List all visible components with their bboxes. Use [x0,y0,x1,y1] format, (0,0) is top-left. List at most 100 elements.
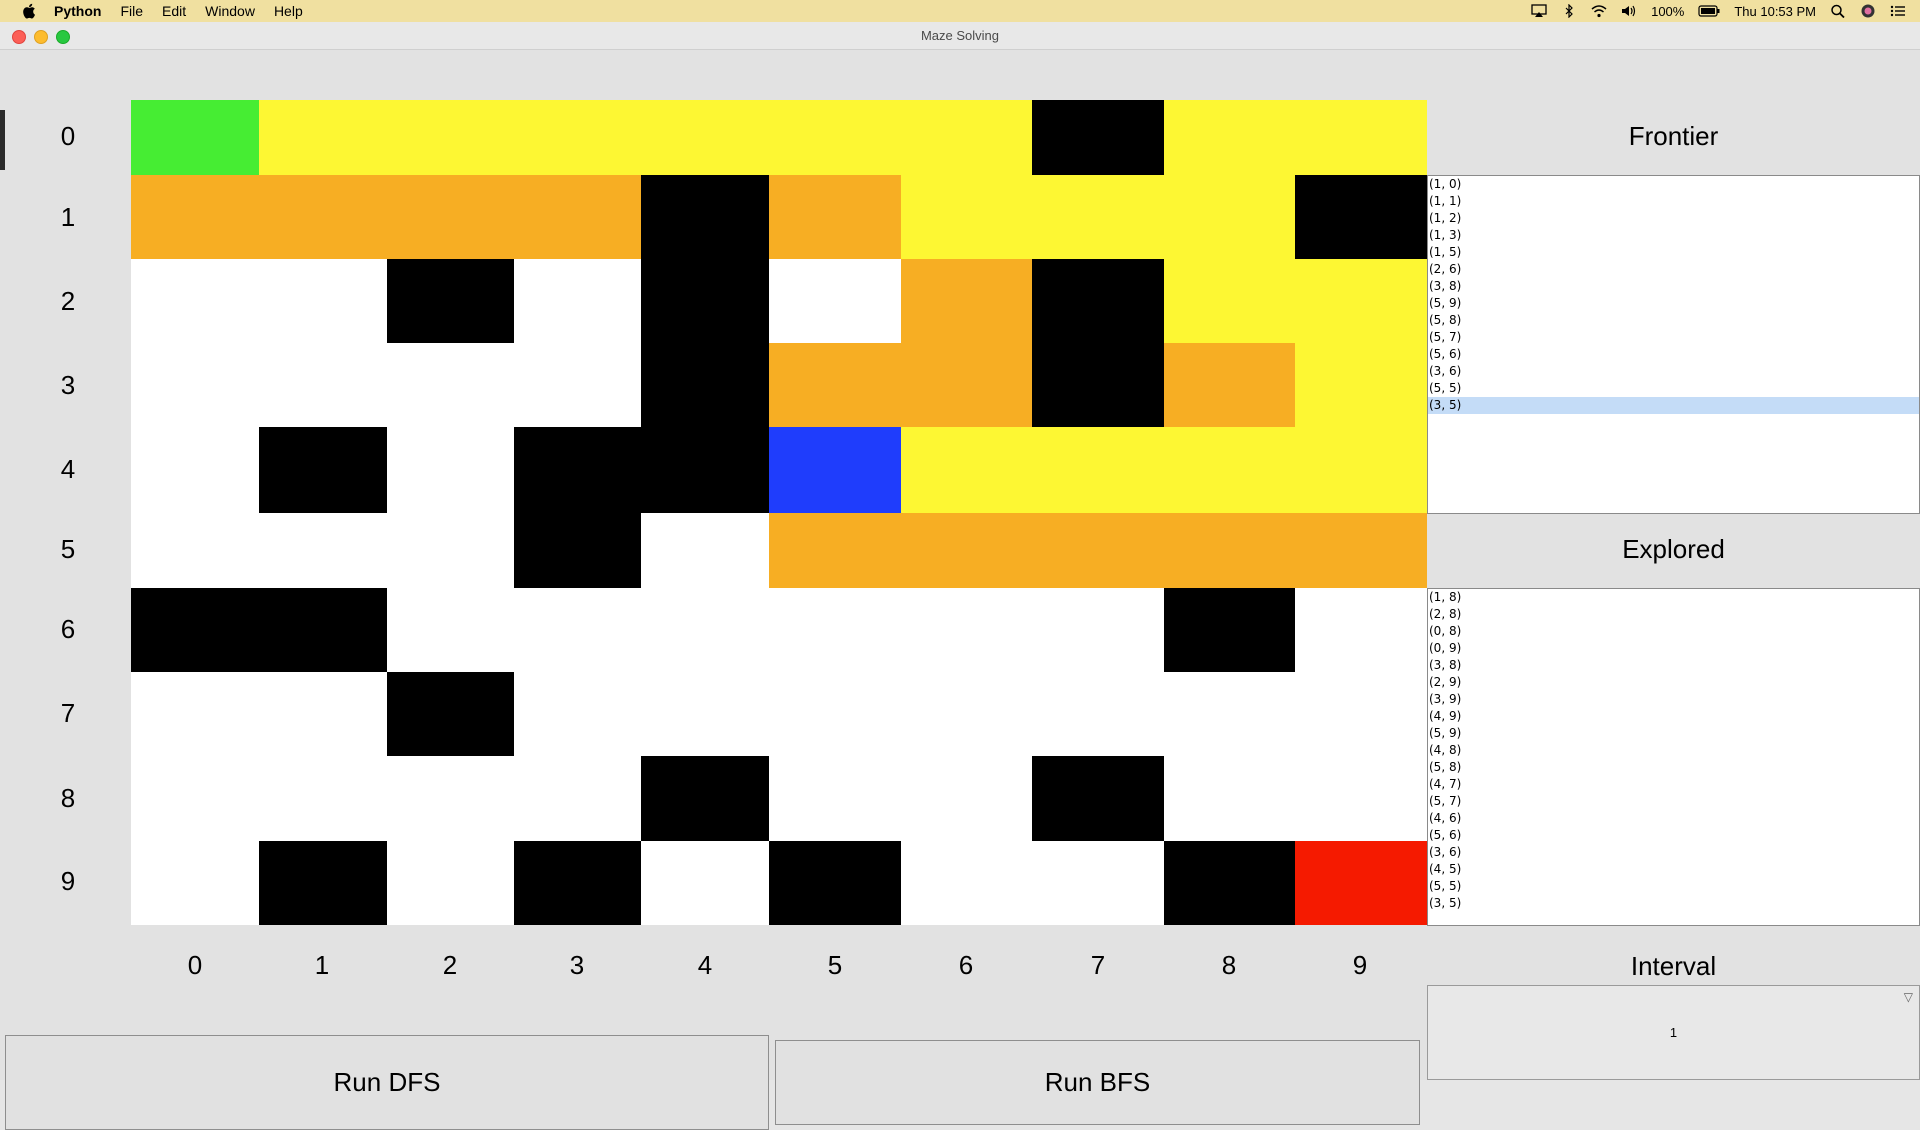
battery-icon[interactable] [1698,4,1720,18]
maze-cell-3-1 [259,343,387,427]
col-label-4: 4 [697,950,713,980]
apple-icon[interactable] [22,3,36,19]
volume-icon[interactable] [1621,4,1637,18]
maze-cell-3-9 [1295,343,1427,427]
list-item[interactable]: (5, 7) [1428,329,1919,346]
list-item[interactable]: (5, 9) [1428,295,1919,312]
col-label-8: 8 [1221,950,1237,980]
maze-grid[interactable] [131,100,1427,925]
list-item[interactable]: (1, 8) [1428,589,1919,606]
maze-cell-2-2 [387,259,514,343]
maze-cell-1-6 [901,175,1032,259]
list-item[interactable]: (1, 5) [1428,244,1919,261]
list-item[interactable]: (2, 9) [1428,674,1919,691]
list-item[interactable]: (1, 3) [1428,227,1919,244]
maze-cell-8-7 [1032,756,1164,841]
maze-cell-1-5 [769,175,901,259]
list-item[interactable]: (4, 9) [1428,708,1919,725]
maze-cell-7-4 [641,672,769,756]
list-item[interactable]: (3, 5) [1428,397,1919,414]
list-item[interactable]: (5, 5) [1428,380,1919,397]
row-label-7: 7 [60,698,76,728]
bluetooth-icon[interactable] [1561,4,1577,18]
list-item[interactable]: (3, 8) [1428,278,1919,295]
maze-cell-8-2 [387,756,514,841]
maze-cell-7-9 [1295,672,1427,756]
interval-label: Interval [1630,951,1717,981]
menu-window[interactable]: Window [205,3,255,19]
list-item[interactable]: (4, 8) [1428,742,1919,759]
wifi-icon[interactable] [1591,4,1607,18]
list-item[interactable]: (3, 5) [1428,895,1919,912]
maze-cell-1-9 [1295,175,1427,259]
list-item[interactable]: (4, 5) [1428,861,1919,878]
maze-cell-3-0 [131,343,259,427]
maze-cell-3-8 [1164,343,1295,427]
maze-cell-1-4 [641,175,769,259]
list-item[interactable]: (1, 2) [1428,210,1919,227]
maze-cell-6-9 [1295,588,1427,672]
maze-cell-0-4 [641,100,769,175]
maze-cell-8-6 [901,756,1032,841]
menu-help[interactable]: Help [274,3,303,19]
maze-cell-1-3 [514,175,641,259]
menu-file[interactable]: File [120,3,143,19]
menu-clock[interactable]: Thu 10:53 PM [1734,4,1816,19]
list-item[interactable]: (5, 8) [1428,312,1919,329]
menu-edit[interactable]: Edit [162,3,186,19]
menu-python[interactable]: Python [54,3,101,19]
list-item[interactable]: (1, 1) [1428,193,1919,210]
col-label-7: 7 [1090,950,1106,980]
list-item[interactable]: (4, 7) [1428,776,1919,793]
window-title-bar: Maze Solving [0,22,1920,50]
interval-spinbox[interactable]: 1 ▽ [1427,985,1920,1080]
maze-cell-9-5 [769,841,901,925]
list-item[interactable]: (0, 8) [1428,623,1919,640]
maze-cell-3-5 [769,343,901,427]
maze-cell-4-6 [901,427,1032,513]
list-item[interactable]: (5, 6) [1428,827,1919,844]
maze-cell-9-6 [901,841,1032,925]
maze-cell-4-9 [1295,427,1427,513]
battery-percent: 100% [1651,3,1685,19]
col-label-5: 5 [827,950,843,980]
list-item[interactable]: (3, 8) [1428,657,1919,674]
maze-cell-7-1 [259,672,387,756]
row-label-0: 0 [60,121,76,151]
run-bfs-button[interactable]: Run BFS [775,1040,1420,1125]
col-label-2: 2 [442,950,458,980]
maze-cell-0-9 [1295,100,1427,175]
frontier-listbox[interactable]: (1, 0) (1, 1) (1, 2) (1, 3) (1, 5) (2, 6) (3, … [1427,175,1920,514]
list-item[interactable]: (3, 6) [1428,363,1919,380]
run-dfs-button[interactable]: Run DFS [5,1035,769,1130]
siri-icon[interactable] [1860,4,1876,18]
list-item[interactable]: (5, 6) [1428,346,1919,363]
list-item[interactable]: (5, 8) [1428,759,1919,776]
maze-cell-2-0 [131,259,259,343]
row-label-2: 2 [60,286,76,316]
list-item[interactable]: (0, 9) [1428,640,1919,657]
list-item[interactable]: (3, 6) [1428,844,1919,861]
list-item[interactable]: (1, 0) [1428,176,1919,193]
list-item[interactable]: (5, 7) [1428,793,1919,810]
list-item[interactable]: (2, 8) [1428,606,1919,623]
maze-cell-6-0 [131,588,259,672]
list-item[interactable]: (2, 6) [1428,261,1919,278]
notification-center-icon[interactable] [1890,4,1906,18]
maze-cell-0-7 [1032,100,1164,175]
frontier-title: Frontier [1628,121,1719,151]
maze-cell-9-9 [1295,841,1427,925]
list-item[interactable]: (3, 9) [1428,691,1919,708]
maze-cell-9-2 [387,841,514,925]
maze-cell-7-6 [901,672,1032,756]
maze-cell-7-0 [131,672,259,756]
maze-cell-5-2 [387,513,514,588]
list-item[interactable]: (4, 6) [1428,810,1919,827]
explored-listbox[interactable]: (1, 8) (2, 8) (0, 8) (0, 9) (3, 8) (2, 9) (3, … [1427,588,1920,926]
spinbox-arrow-icon[interactable]: ▽ [1904,990,1913,1004]
list-item[interactable]: (5, 5) [1428,878,1919,895]
airplay-icon[interactable] [1531,4,1547,18]
list-item[interactable]: (5, 9) [1428,725,1919,742]
search-icon[interactable] [1830,4,1846,18]
maze-cell-6-4 [641,588,769,672]
